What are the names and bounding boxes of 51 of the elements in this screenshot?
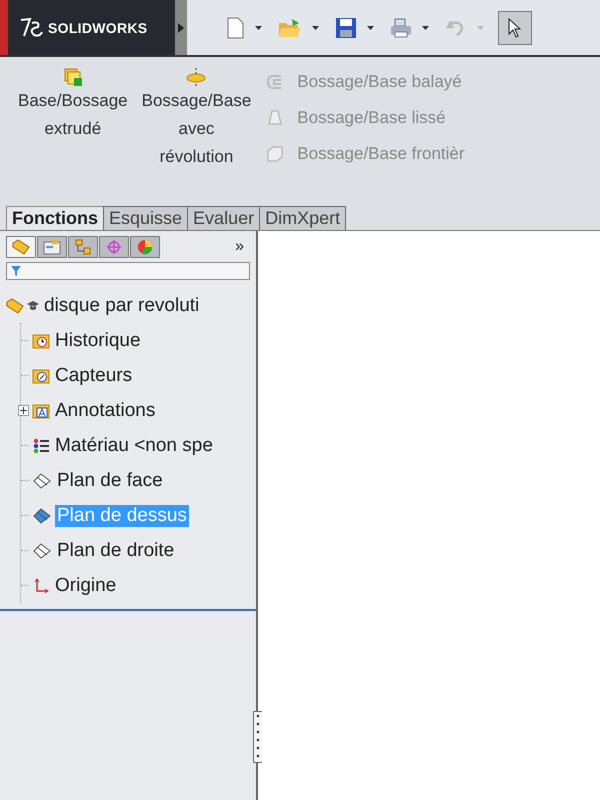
tab[interactable]: DimXpert bbox=[259, 206, 346, 230]
hierarchy-icon bbox=[74, 239, 92, 255]
tree-item[interactable]: Matériau <non spe bbox=[53, 434, 215, 456]
logo-icon bbox=[18, 16, 44, 38]
pointer-icon bbox=[508, 18, 522, 38]
properties-icon bbox=[43, 239, 61, 255]
graduation-cap-icon bbox=[27, 300, 39, 312]
more-tabs-button[interactable]: » bbox=[235, 238, 244, 256]
tab[interactable]: Esquisse bbox=[103, 206, 188, 230]
folder-clock-icon bbox=[32, 332, 50, 348]
tree-item[interactable]: disque par revoluti bbox=[42, 294, 202, 316]
filter-field[interactable] bbox=[6, 262, 250, 280]
tab[interactable]: Fonctions bbox=[6, 206, 104, 230]
tree-item[interactable]: Historique bbox=[53, 330, 143, 352]
display-tab[interactable] bbox=[130, 236, 160, 258]
logo-text: SOLIDWORKS bbox=[48, 20, 148, 36]
plane-icon bbox=[32, 472, 52, 490]
folder-gauge-icon bbox=[32, 368, 50, 384]
caret-icon[interactable] bbox=[367, 26, 374, 30]
splitter-handle[interactable] bbox=[253, 711, 262, 763]
tree-item[interactable]: Origine bbox=[53, 574, 118, 596]
revolve-button[interactable]: Bossage/Base avec révolution bbox=[138, 67, 256, 202]
caret-icon[interactable] bbox=[312, 26, 319, 30]
part-icon bbox=[6, 298, 24, 314]
origin-icon bbox=[32, 578, 50, 594]
caret-icon[interactable] bbox=[255, 26, 262, 30]
caret-icon[interactable] bbox=[422, 26, 429, 30]
part-icon bbox=[12, 239, 30, 255]
expand-icon[interactable] bbox=[18, 405, 29, 416]
select-button[interactable] bbox=[498, 10, 532, 44]
dimxpert-tab[interactable] bbox=[99, 236, 129, 258]
folder-letter-icon bbox=[32, 402, 50, 418]
tree-item[interactable]: Plan de face bbox=[55, 470, 165, 492]
material-icon bbox=[32, 438, 50, 454]
tab[interactable]: Evaluer bbox=[187, 206, 260, 230]
tree-tab[interactable] bbox=[6, 236, 36, 258]
boundary-icon bbox=[265, 144, 286, 164]
tree-item[interactable]: Annotations bbox=[53, 400, 158, 422]
plane-icon bbox=[32, 542, 52, 560]
extrude-icon bbox=[62, 67, 83, 87]
plane-icon bbox=[32, 506, 52, 524]
tree-item[interactable]: Plan de droite bbox=[55, 540, 176, 562]
tree-item[interactable]: Capteurs bbox=[53, 364, 134, 386]
expand-arrow-icon[interactable] bbox=[178, 22, 184, 32]
properties-tab[interactable] bbox=[37, 236, 67, 258]
crosshair-icon bbox=[105, 239, 123, 255]
config-tab[interactable] bbox=[68, 236, 98, 258]
pie-icon bbox=[136, 239, 154, 255]
filter-icon bbox=[11, 266, 21, 276]
extrude-button[interactable]: Base/Bossage extrudé bbox=[14, 67, 132, 202]
revolve-icon bbox=[185, 67, 208, 87]
